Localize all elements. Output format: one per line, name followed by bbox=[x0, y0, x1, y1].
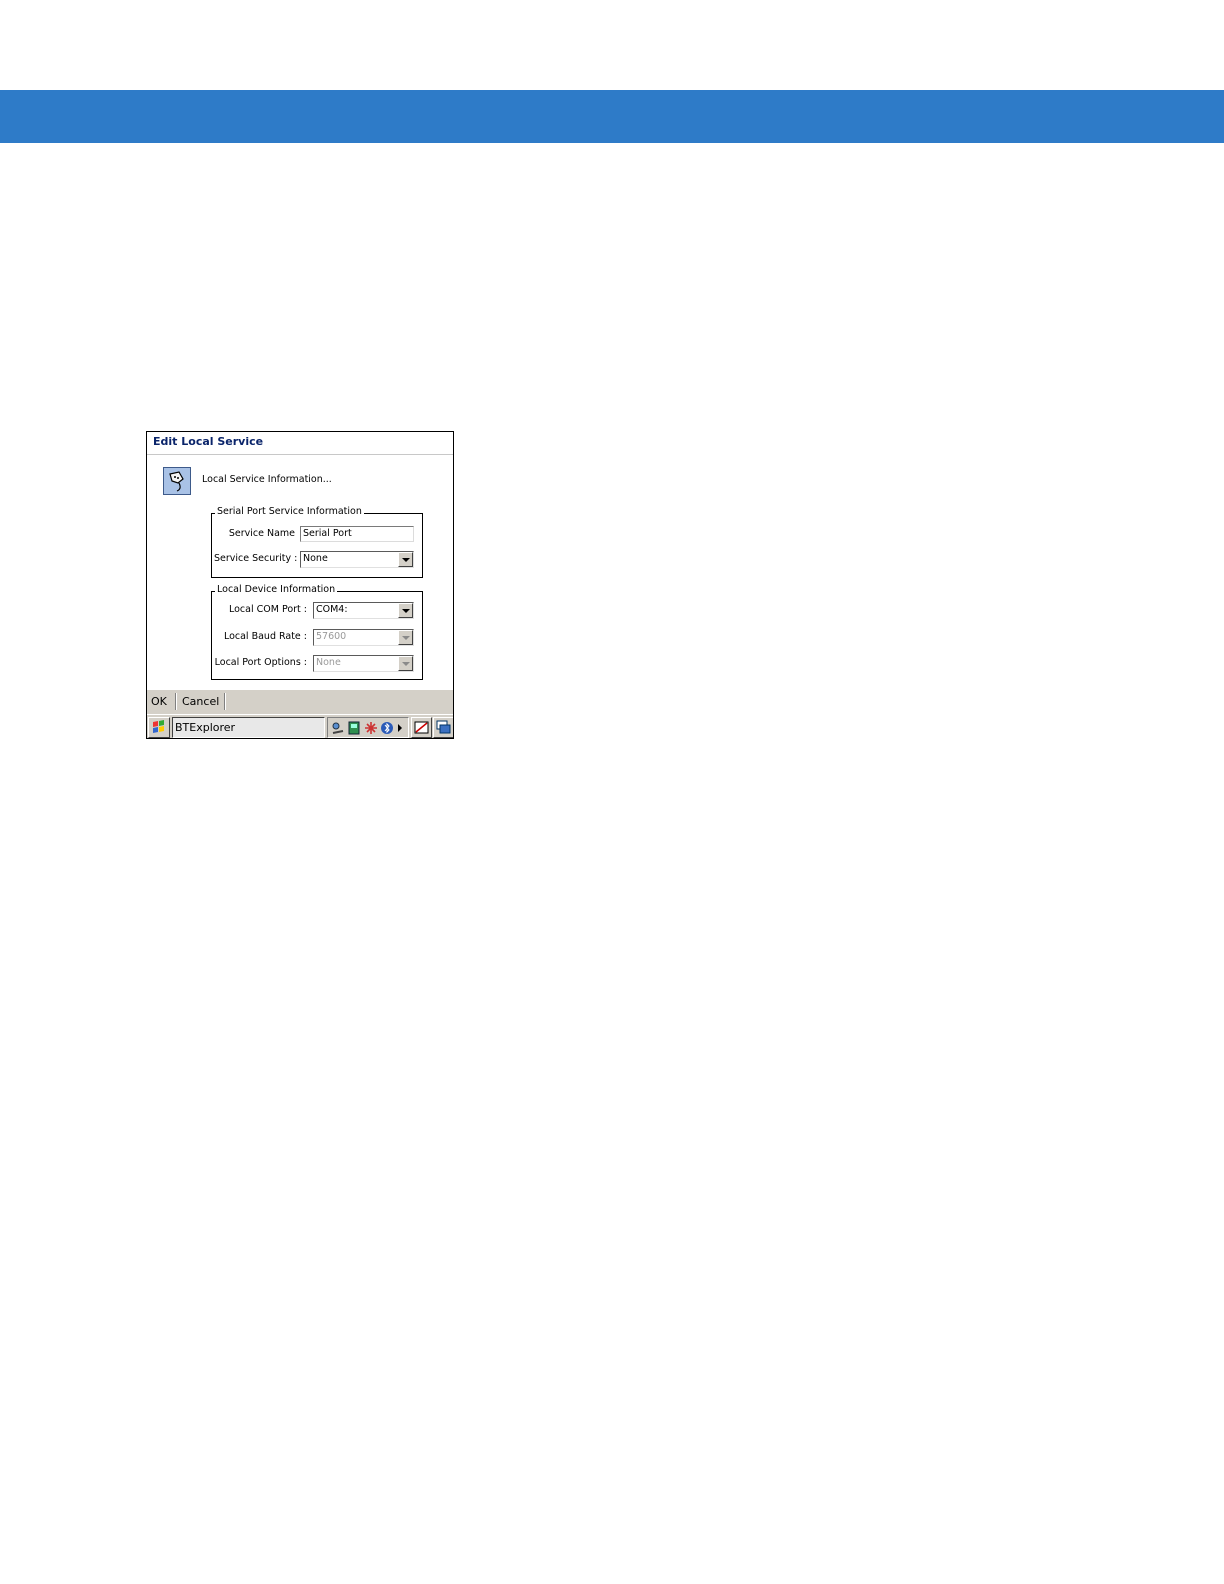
com-port-dropdown[interactable]: COM4: bbox=[313, 602, 414, 619]
port-options-dropdown: None bbox=[313, 655, 414, 672]
input-panel-button[interactable] bbox=[411, 717, 432, 738]
device-screen: Edit Local Service Local Service Informa… bbox=[146, 431, 454, 739]
chevron-down-icon bbox=[398, 656, 413, 671]
port-options-label: Local Port Options : bbox=[214, 657, 307, 668]
chevron-down-icon[interactable] bbox=[398, 552, 413, 567]
baud-rate-value: 57600 bbox=[316, 631, 347, 642]
service-name-input[interactable]: Serial Port bbox=[300, 526, 414, 542]
baud-rate-label: Local Baud Rate : bbox=[223, 631, 307, 642]
serial-port-icon bbox=[163, 467, 191, 495]
signal-icon[interactable] bbox=[364, 721, 378, 735]
dialog-titlebar: Edit Local Service bbox=[147, 432, 453, 455]
input-panel-icon bbox=[414, 721, 429, 734]
menu-bar: OK Cancel bbox=[147, 690, 453, 714]
tray-arrow-icon[interactable] bbox=[396, 721, 404, 735]
service-security-dropdown[interactable]: None bbox=[300, 551, 414, 568]
dialog-title: Edit Local Service bbox=[153, 435, 264, 448]
port-options-value: None bbox=[316, 657, 341, 668]
chevron-down-icon[interactable] bbox=[398, 603, 413, 618]
taskbar: BTExplorer bbox=[147, 714, 453, 738]
cancel-button[interactable]: Cancel bbox=[182, 695, 219, 708]
local-device-group-title: Local Device Information bbox=[215, 584, 338, 595]
desktop-icon bbox=[436, 720, 451, 734]
chevron-down-icon bbox=[398, 630, 413, 645]
task-button-btexplorer[interactable]: BTExplorer bbox=[172, 717, 325, 738]
service-security-label: Service Security : bbox=[214, 553, 298, 564]
ok-button[interactable]: OK bbox=[151, 695, 167, 708]
menu-separator bbox=[175, 693, 177, 710]
serial-port-service-group: Serial Port Service Information Service … bbox=[211, 506, 423, 578]
start-button[interactable] bbox=[148, 717, 170, 738]
service-security-value: None bbox=[303, 553, 328, 564]
sync-icon[interactable] bbox=[347, 721, 361, 735]
com-port-value: COM4: bbox=[316, 604, 348, 615]
header-text: Local Service Information... bbox=[202, 474, 332, 485]
serial-port-group-title: Serial Port Service Information bbox=[215, 506, 364, 517]
menu-separator bbox=[224, 693, 226, 710]
local-device-group: Local Device Information Local COM Port … bbox=[211, 584, 423, 680]
service-name-label: Service Name bbox=[228, 528, 295, 539]
desktop-button[interactable] bbox=[433, 717, 453, 738]
network-icon[interactable] bbox=[331, 721, 345, 735]
system-tray bbox=[327, 717, 409, 738]
header-band bbox=[0, 90, 1224, 143]
com-port-label: Local COM Port : bbox=[228, 604, 307, 615]
baud-rate-dropdown: 57600 bbox=[313, 629, 414, 646]
windows-logo-icon bbox=[153, 720, 164, 733]
bluetooth-icon[interactable] bbox=[380, 721, 394, 735]
